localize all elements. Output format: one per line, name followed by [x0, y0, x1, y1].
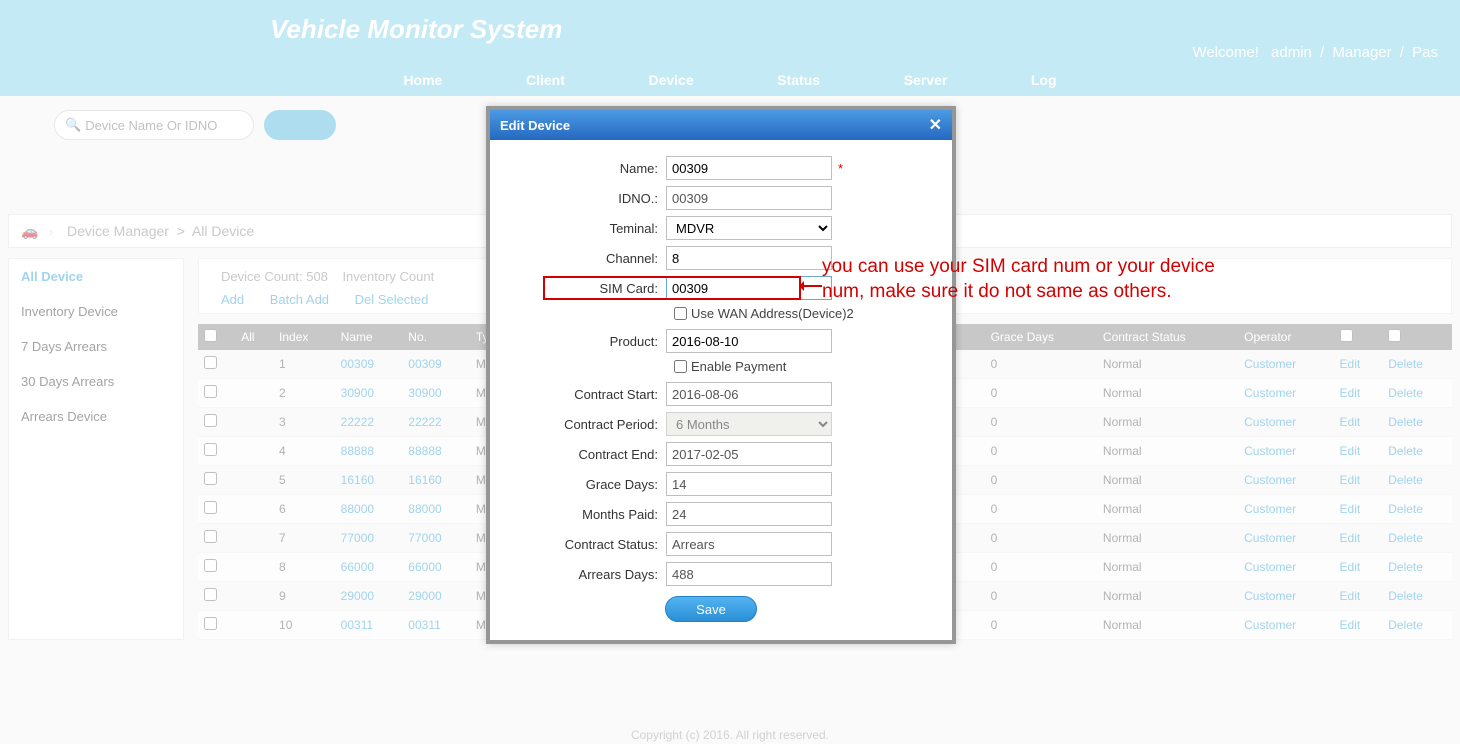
product-field[interactable] — [666, 329, 832, 353]
contract-start-field — [666, 382, 832, 406]
contract-status-label: Contract Status: — [490, 537, 666, 552]
product-label: Product: — [490, 334, 666, 349]
name-label: Name: — [490, 161, 666, 176]
contract-status-field — [666, 532, 832, 556]
grace-days-field — [666, 472, 832, 496]
dialog-titlebar[interactable]: Edit Device ✕ — [490, 110, 952, 140]
contract-period-select: 6 Months — [666, 412, 832, 436]
dialog-title: Edit Device — [500, 118, 570, 133]
enable-payment-label: Enable Payment — [691, 359, 786, 374]
contract-end-label: Contract End: — [490, 447, 666, 462]
channel-field[interactable] — [666, 246, 832, 270]
edit-device-dialog: Edit Device ✕ Name: * IDNO.: Teminal: MD… — [486, 106, 956, 644]
grace-days-label: Grace Days: — [490, 477, 666, 492]
terminal-select[interactable]: MDVR — [666, 216, 832, 240]
required-asterisk: * — [838, 161, 843, 176]
contract-period-label: Contract Period: — [490, 417, 666, 432]
annotation-arrow-icon — [800, 285, 822, 287]
close-icon[interactable]: ✕ — [929, 115, 942, 135]
simcard-field[interactable] — [666, 276, 832, 300]
months-paid-field — [666, 502, 832, 526]
idno-label: IDNO.: — [490, 191, 666, 206]
months-paid-label: Months Paid: — [490, 507, 666, 522]
contract-start-label: Contract Start: — [490, 387, 666, 402]
use-wan-checkbox[interactable] — [674, 307, 687, 320]
arrears-days-label: Arrears Days: — [490, 567, 666, 582]
idno-field — [666, 186, 832, 210]
simcard-label: SIM Card: — [490, 281, 666, 296]
name-field[interactable] — [666, 156, 832, 180]
annotation-text: you can use your SIM card num or your de… — [822, 255, 1262, 304]
contract-end-field — [666, 442, 832, 466]
terminal-label: Teminal: — [490, 221, 666, 236]
arrears-days-field — [666, 562, 832, 586]
use-wan-label: Use WAN Address(Device)2 — [691, 306, 854, 321]
enable-payment-checkbox[interactable] — [674, 360, 687, 373]
save-button[interactable]: Save — [665, 596, 757, 622]
channel-label: Channel: — [490, 251, 666, 266]
